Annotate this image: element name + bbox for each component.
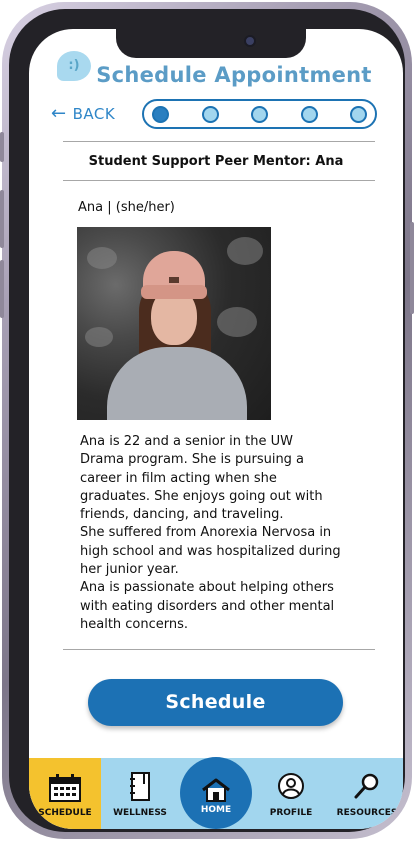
- notch: [116, 29, 306, 58]
- mentor-photo: [77, 227, 271, 420]
- divider: [63, 180, 375, 181]
- progress-step-3: [251, 105, 268, 123]
- bio-line: graduates. She enjoys going out with: [80, 488, 323, 504]
- progress-step-1: [152, 105, 169, 123]
- calendar-icon: [49, 774, 81, 802]
- bio-line: Ana is passionate about helping others: [80, 580, 334, 596]
- bio-line: her junior year.: [80, 562, 179, 578]
- bio-line: She suffered from Anorexia Nervosa in: [80, 525, 332, 541]
- progress-stepper: [142, 99, 377, 129]
- app-logo-icon: :): [57, 51, 91, 81]
- power-button: [410, 222, 414, 314]
- back-button[interactable]: ← BACK: [51, 103, 115, 125]
- app-screen: :) Schedule Appointment ← BACK Student S…: [29, 29, 403, 829]
- bio-line: Ana is 22 and a senior in the UW: [80, 434, 293, 449]
- bio-line: with eating disorders and other mental: [80, 598, 335, 614]
- bio-line: friends, dancing, and traveling.: [80, 507, 284, 523]
- divider: [63, 141, 375, 142]
- progress-step-4: [300, 105, 318, 123]
- bio-line: Drama program. She is pursuing a: [80, 452, 305, 468]
- magnifier-icon: [354, 773, 379, 799]
- home-icon: [202, 778, 230, 802]
- journal-icon: [130, 772, 150, 801]
- mentor-bio: Ana is 22 and a senior in the UW Drama p…: [80, 433, 380, 634]
- profile-icon: [278, 773, 304, 799]
- schedule-button[interactable]: Schedule: [88, 679, 343, 726]
- camera-icon: [244, 35, 256, 47]
- divider: [63, 649, 375, 650]
- back-label: BACK: [72, 105, 116, 123]
- bottom-nav: SCHEDULE WELLNESS HOME PROFILE RESOURCES: [29, 757, 403, 829]
- phone-bezel: :) Schedule Appointment ← BACK Student S…: [9, 9, 405, 832]
- nav-resources-label: RESOURCES: [336, 808, 398, 818]
- nav-resources[interactable]: RESOURCES: [332, 758, 402, 829]
- mentor-heading: Student Support Peer Mentor: Ana: [88, 154, 344, 169]
- mentor-name: Ana | (she/her): [78, 200, 175, 215]
- bio-line: career in film acting when she: [80, 470, 277, 486]
- progress-step-2: [201, 105, 219, 123]
- page-title: Schedule Appointment: [96, 63, 372, 87]
- nav-wellness-label: WELLNESS: [113, 808, 167, 818]
- phone-frame: :) Schedule Appointment ← BACK Student S…: [0, 2, 414, 839]
- volume-down-button: [0, 260, 4, 318]
- nav-home[interactable]: HOME: [180, 757, 252, 829]
- nav-profile[interactable]: PROFILE: [261, 758, 321, 829]
- nav-home-label: HOME: [200, 805, 232, 815]
- nav-profile-label: PROFILE: [269, 808, 313, 818]
- arrow-left-icon: ←: [51, 103, 67, 124]
- nav-schedule-label: SCHEDULE: [38, 808, 92, 818]
- nav-wellness[interactable]: WELLNESS: [107, 758, 173, 829]
- volume-up-button: [0, 190, 4, 248]
- bio-line: health concerns.: [80, 616, 189, 632]
- nav-schedule[interactable]: SCHEDULE: [29, 758, 101, 829]
- progress-step-5: [350, 105, 367, 123]
- bio-line: high school and was hospitalized during: [80, 543, 341, 559]
- mute-switch: [0, 132, 4, 162]
